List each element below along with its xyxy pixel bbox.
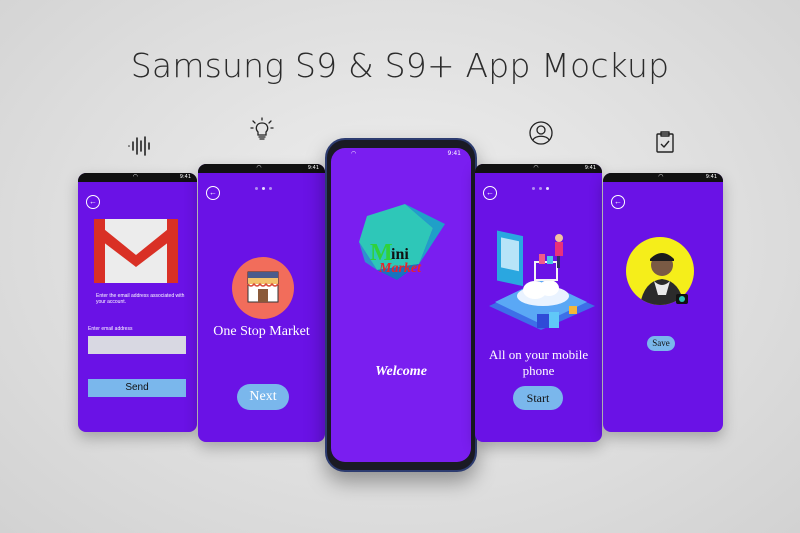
- send-button[interactable]: Send: [88, 379, 186, 397]
- screen-all-on-mobile: ◠ 9:41 ← All on your mobile phone Start: [475, 164, 602, 442]
- back-button[interactable]: ←: [611, 195, 625, 209]
- all-on-mobile-heading: All on your mobile phone: [488, 347, 589, 378]
- welcome-screen: ◠ 9:41 M ini Market Welcome: [331, 148, 471, 462]
- email-instruction: Enter the email address associated with …: [96, 293, 185, 305]
- shopping-illustration: [489, 230, 595, 330]
- email-field[interactable]: [88, 336, 186, 354]
- pager-dots: [532, 187, 549, 190]
- screen-profile: ◠ 9:41 ← Save: [603, 173, 723, 432]
- lightbulb-icon: [250, 117, 274, 140]
- one-stop-market-heading: One Stop Market: [213, 324, 310, 339]
- page-title: Samsung S9 & S9+ App Mockup: [130, 46, 670, 85]
- back-button[interactable]: ←: [483, 186, 497, 200]
- email-field-label: Enter email address: [88, 326, 133, 332]
- save-button[interactable]: Save: [647, 336, 675, 351]
- pager-dots: [255, 187, 272, 190]
- camera-icon[interactable]: [676, 294, 688, 304]
- screen-one-stop-market: ◠ 9:41 ← One Stop Market Next: [198, 164, 325, 442]
- center-phone: ◠ 9:41 M ini Market Welcome: [325, 138, 477, 472]
- back-button[interactable]: ←: [206, 186, 220, 200]
- screen-email: ◠ 9:41 ← Enter the email address associat…: [78, 173, 197, 432]
- user-icon: [529, 121, 553, 145]
- sound-wave-icon: [128, 136, 150, 156]
- welcome-text: Welcome: [375, 364, 427, 379]
- back-button[interactable]: ←: [86, 195, 100, 209]
- clipboard-check-icon: [656, 131, 674, 153]
- start-button[interactable]: Start: [513, 386, 563, 410]
- store-icon: [232, 257, 294, 319]
- next-button[interactable]: Next: [237, 384, 289, 410]
- logo-market: Market: [379, 261, 421, 276]
- gmail-logo-icon: [94, 219, 178, 283]
